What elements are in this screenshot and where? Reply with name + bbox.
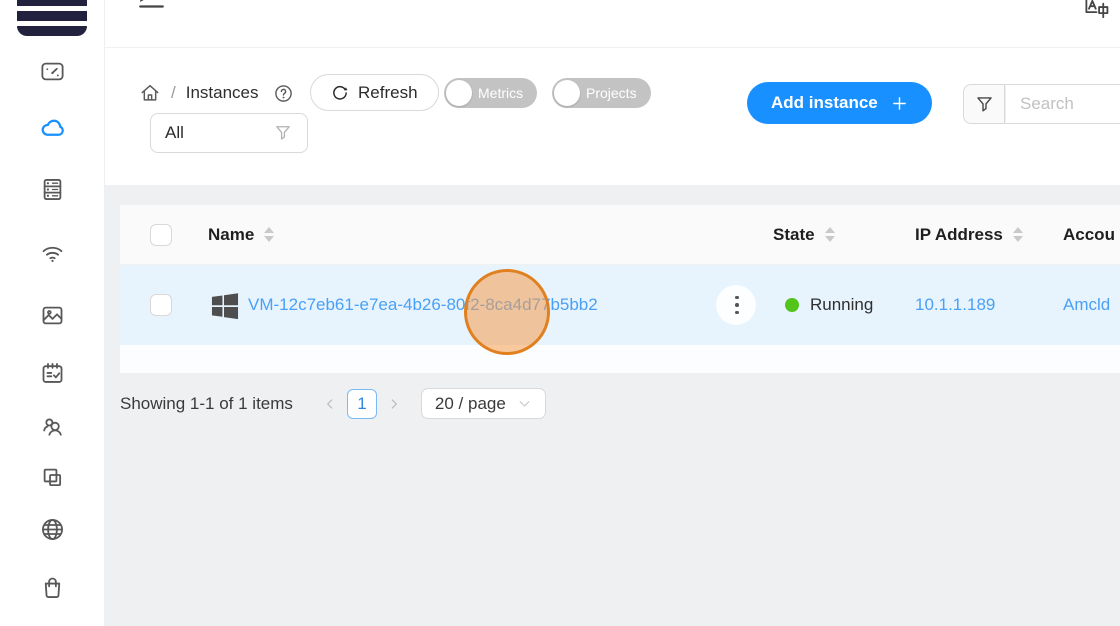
- marketplace-bag-icon: [39, 574, 66, 601]
- account-link[interactable]: Amcld: [1063, 265, 1110, 345]
- column-header-state: State: [773, 205, 835, 264]
- logo-bar: [17, 0, 87, 6]
- sidebar-item-storage[interactable]: [39, 176, 66, 203]
- column-header-name: Name: [208, 205, 274, 264]
- cloud-instances-icon: [39, 115, 66, 142]
- table-footer-strip: [120, 345, 1120, 373]
- network-wifi-icon: [39, 239, 66, 266]
- sort-asc-icon: [264, 227, 274, 233]
- schedule-calendar-icon: [39, 360, 66, 387]
- users-icon: [39, 412, 66, 439]
- language-translate-icon[interactable]: [1083, 0, 1110, 20]
- column-label: Accou: [1063, 225, 1115, 245]
- instances-page: / Instances Refresh Metrics Projects Add…: [0, 0, 1120, 626]
- column-header-account: Accou: [1063, 205, 1115, 264]
- next-page-icon[interactable]: [387, 397, 401, 411]
- sidebar-item-network[interactable]: [39, 239, 66, 266]
- sidebar-item-marketplace[interactable]: [39, 574, 66, 601]
- pagination-summary: Showing 1-1 of 1 items: [120, 394, 293, 414]
- page-header: / Instances Refresh Metrics Projects Add…: [105, 49, 1120, 185]
- globe-icon: [39, 516, 66, 543]
- pagination: Showing 1-1 of 1 items 1 20 / page: [120, 388, 546, 419]
- sidebar-item-images[interactable]: [39, 302, 66, 329]
- content-area: Name State IP Address Accou: [105, 185, 1120, 626]
- sort-desc-icon: [825, 236, 835, 242]
- running-status-dot: [785, 298, 799, 312]
- toggle-knob: [446, 80, 472, 106]
- state-label: Running: [810, 295, 873, 315]
- ip-address-link[interactable]: 10.1.1.189: [915, 265, 995, 345]
- brand-logo[interactable]: [17, 0, 87, 36]
- column-header-ip: IP Address: [915, 205, 1023, 264]
- sort-asc-icon: [825, 227, 835, 233]
- sidebar-item-globe[interactable]: [39, 516, 66, 543]
- select-all-checkbox[interactable]: [150, 224, 172, 246]
- type-filter-value: All: [165, 123, 184, 143]
- state-cell: Running: [785, 265, 873, 345]
- page-size-select[interactable]: 20 / page: [421, 388, 546, 419]
- breadcrumb-separator: /: [171, 83, 176, 103]
- refresh-button[interactable]: Refresh: [310, 74, 439, 111]
- row-actions-menu-icon[interactable]: [730, 292, 744, 318]
- question-circle-icon[interactable]: [273, 83, 294, 104]
- filter-funnel-icon: [273, 123, 293, 143]
- column-label: Name: [208, 225, 254, 245]
- search-group: [963, 84, 1120, 124]
- prev-page-icon[interactable]: [323, 397, 337, 411]
- sort-desc-icon: [1013, 236, 1023, 242]
- sort-control[interactable]: [1013, 227, 1023, 242]
- page-size-value: 20 / page: [435, 394, 506, 414]
- filter-funnel-icon: [974, 94, 995, 115]
- breadcrumb: / Instances: [139, 75, 294, 111]
- logo-bar: [17, 26, 87, 36]
- row-checkbox[interactable]: [150, 294, 172, 316]
- instance-name-link[interactable]: VM-12c7eb61-e7ea-4b26-80f2-8ca4d77b5bb2: [248, 265, 598, 345]
- search-input[interactable]: [1005, 84, 1120, 124]
- add-instance-button[interactable]: Add instance: [747, 82, 932, 124]
- sort-asc-icon: [1013, 227, 1023, 233]
- sort-control[interactable]: [825, 227, 835, 242]
- projects-toggle-label: Projects: [580, 85, 649, 101]
- dashboard-icon: [39, 58, 66, 85]
- sidebar: [0, 0, 105, 626]
- windows-logo-icon: [208, 288, 242, 322]
- sort-control[interactable]: [264, 227, 274, 242]
- chevron-down-icon: [517, 396, 532, 411]
- toggle-knob: [554, 80, 580, 106]
- plus-icon: [891, 95, 908, 112]
- breadcrumb-page-title: Instances: [186, 83, 259, 103]
- instances-table: Name State IP Address Accou: [120, 205, 1120, 373]
- projects-toggle[interactable]: Projects: [552, 78, 651, 108]
- refresh-label: Refresh: [358, 83, 418, 103]
- table-row: VM-12c7eb61-e7ea-4b26-80f2-8ca4d77b5bb2 …: [120, 265, 1120, 345]
- table-header-row: Name State IP Address Accou: [120, 205, 1120, 265]
- topbar: [105, 0, 1120, 48]
- metrics-toggle-label: Metrics: [472, 85, 535, 101]
- projects-layers-icon: [39, 464, 66, 491]
- home-icon[interactable]: [139, 82, 161, 104]
- column-label: IP Address: [915, 225, 1003, 245]
- search-filter-button[interactable]: [963, 84, 1005, 124]
- sort-desc-icon: [264, 236, 274, 242]
- add-instance-label: Add instance: [771, 93, 878, 113]
- logo-bar: [17, 11, 87, 21]
- sidebar-item-instances[interactable]: [39, 115, 66, 142]
- sidebar-item-projects[interactable]: [39, 464, 66, 491]
- sidebar-item-users[interactable]: [39, 412, 66, 439]
- sidebar-item-dashboard[interactable]: [39, 58, 66, 85]
- sidebar-item-schedule[interactable]: [39, 360, 66, 387]
- images-icon: [39, 302, 66, 329]
- sidebar-collapse-icon[interactable]: [138, 0, 165, 20]
- refresh-icon: [331, 84, 349, 102]
- storage-server-icon: [39, 176, 66, 203]
- type-filter-select[interactable]: All: [150, 113, 308, 153]
- page-number-button[interactable]: 1: [347, 389, 377, 419]
- metrics-toggle[interactable]: Metrics: [444, 78, 537, 108]
- column-label: State: [773, 225, 815, 245]
